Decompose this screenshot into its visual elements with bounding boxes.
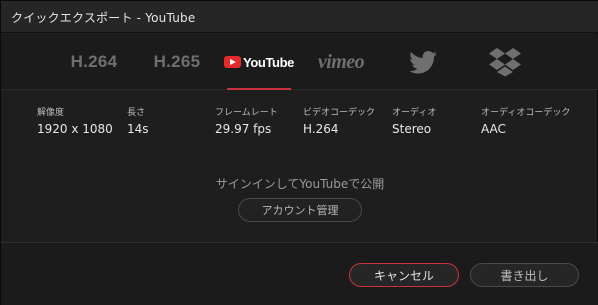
- window-title: クイックエクスポート - YouTube: [11, 11, 196, 25]
- dropbox-icon: [489, 48, 521, 77]
- quick-export-dialog: クイックエクスポート - YouTube H.264 H.265 YouTube…: [0, 0, 598, 305]
- tab-h264[interactable]: H.264: [59, 34, 129, 90]
- youtube-logo: YouTube: [224, 55, 294, 70]
- length-label: 長さ: [127, 108, 146, 118]
- length-field: 長さ 14s: [127, 105, 149, 136]
- tab-dropbox[interactable]: [486, 34, 524, 90]
- audio-label: オーディオ: [392, 108, 437, 118]
- length-value: 14s: [127, 122, 149, 136]
- audio-value: Stereo: [392, 122, 432, 136]
- signin-prompt: サインインしてYouTubeで公開: [215, 177, 385, 191]
- framerate-value: 29.97 fps: [215, 122, 272, 136]
- youtube-play-icon: [224, 56, 242, 68]
- youtube-label: YouTube: [243, 54, 294, 70]
- framerate-label: フレームレート: [215, 108, 278, 118]
- video-codec-label: ビデオコーデック: [303, 108, 376, 118]
- audio-codec-label: オーディオコーデック: [481, 108, 571, 118]
- tab-youtube[interactable]: YouTube: [224, 34, 294, 90]
- h264-label: H.264: [70, 52, 118, 71]
- manage-account-button[interactable]: アカウント管理: [238, 198, 362, 222]
- twitter-bird-icon: [409, 50, 437, 74]
- export-target-tabs: H.264 H.265 YouTube vimeo: [1, 34, 598, 90]
- framerate-field: フレームレート 29.97 fps: [215, 105, 278, 136]
- active-tab-indicator: [227, 88, 291, 90]
- resolution-value: 1920 x 1080: [37, 122, 113, 136]
- h265-label: H.265: [153, 52, 201, 71]
- audio-codec-field: オーディオコーデック AAC: [481, 105, 570, 136]
- title-bar[interactable]: クイックエクスポート - YouTube: [1, 1, 598, 33]
- tab-h265[interactable]: H.265: [142, 34, 212, 90]
- cancel-button[interactable]: キャンセル: [349, 263, 459, 287]
- vimeo-logo: vimeo: [317, 50, 365, 73]
- audio-codec-value: AAC: [481, 122, 506, 136]
- resolution-field: 解像度 1920 x 1080: [37, 105, 113, 136]
- video-codec-field: ビデオコーデック H.264: [303, 105, 375, 136]
- export-button[interactable]: 書き出し: [470, 263, 579, 287]
- export-settings-summary: 解像度 1920 x 1080 長さ 14s フレームレート 29.97 fps…: [1, 105, 598, 145]
- tab-vimeo[interactable]: vimeo: [309, 34, 373, 90]
- video-codec-value: H.264: [303, 122, 339, 136]
- audio-field: オーディオ Stereo: [392, 105, 436, 136]
- tab-twitter[interactable]: [404, 34, 442, 90]
- dialog-footer: キャンセル 書き出し: [1, 242, 598, 305]
- resolution-label: 解像度: [37, 108, 65, 118]
